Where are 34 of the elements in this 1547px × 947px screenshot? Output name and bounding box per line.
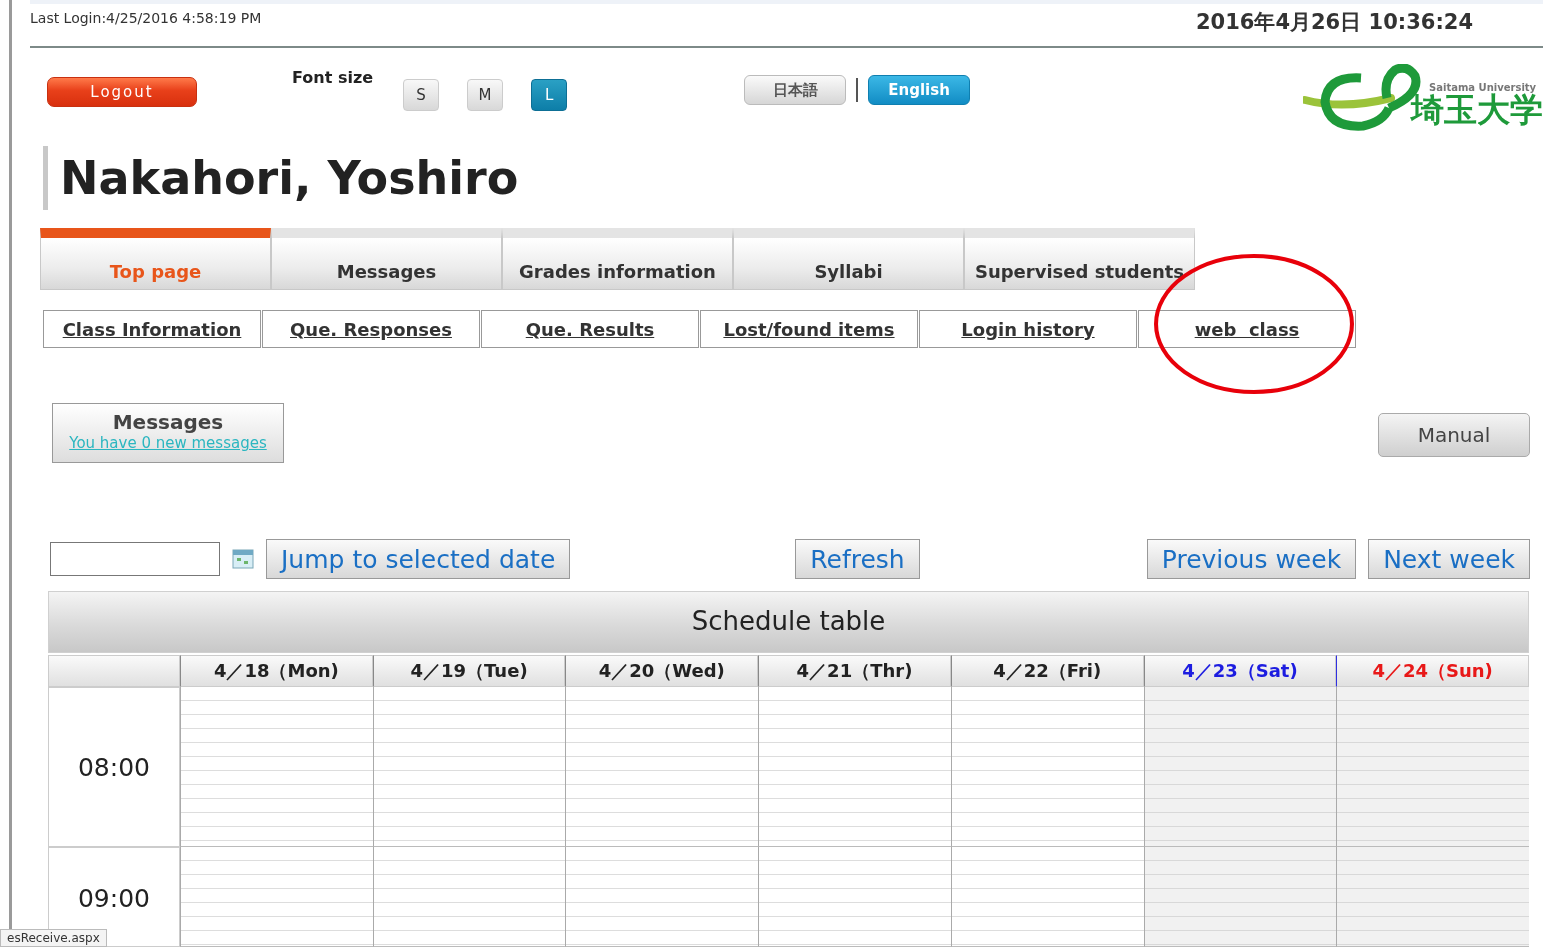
font-size-button[interactable]: S: [403, 79, 440, 111]
previous-week-button[interactable]: Previous week: [1146, 539, 1357, 579]
date-field[interactable]: [50, 542, 220, 576]
schedule-title: Schedule table: [48, 591, 1529, 653]
language-button[interactable]: 日本語: [744, 75, 847, 105]
refresh-button[interactable]: Refresh: [795, 539, 920, 579]
time-label: 08:00: [77, 752, 150, 782]
nav-tab[interactable]: Supervised students: [964, 228, 1195, 290]
messages-title: Messages: [111, 410, 225, 434]
calendar-icon: [232, 549, 254, 569]
manual-button[interactable]: Manual: [1378, 413, 1530, 457]
logo-subtitle: Saitama University: [1428, 82, 1538, 93]
font-size-label: Font size: [292, 68, 374, 89]
logo-name: 埼玉大学: [1411, 93, 1543, 126]
next-week-button[interactable]: Next week: [1368, 539, 1530, 579]
jump-button[interactable]: Jump to selected date: [266, 539, 571, 579]
day-header: 4／23（Sat): [1143, 655, 1337, 687]
day-header: 4／22（Fri): [950, 655, 1144, 687]
status-bar-text: esReceive.aspx: [0, 929, 107, 947]
day-header: 4／18（Mon): [180, 655, 373, 687]
nav-tab[interactable]: Messages: [271, 228, 502, 290]
user-name-heading: Nakahori, Yoshiro: [43, 146, 1543, 210]
last-login-text: Last Login:4/25/2016 4:58:19 PM: [30, 9, 262, 26]
day-header: 4／24（Sun): [1336, 655, 1529, 687]
clock-text: 2016年4月26日 10:36:24: [1195, 9, 1474, 36]
time-label: 09:00: [77, 884, 150, 913]
day-header: 4／19（Tue): [372, 655, 566, 687]
font-size-button[interactable]: M: [467, 79, 504, 111]
logout-button[interactable]: Logout: [47, 77, 197, 107]
nav-tab[interactable]: Grades information: [502, 228, 733, 290]
nav-tab[interactable]: Syllabi: [733, 228, 964, 290]
day-header: 4／21（Thr): [758, 655, 951, 687]
font-size-button[interactable]: L: [531, 79, 568, 111]
day-header: 4／20（Wed): [565, 655, 759, 687]
